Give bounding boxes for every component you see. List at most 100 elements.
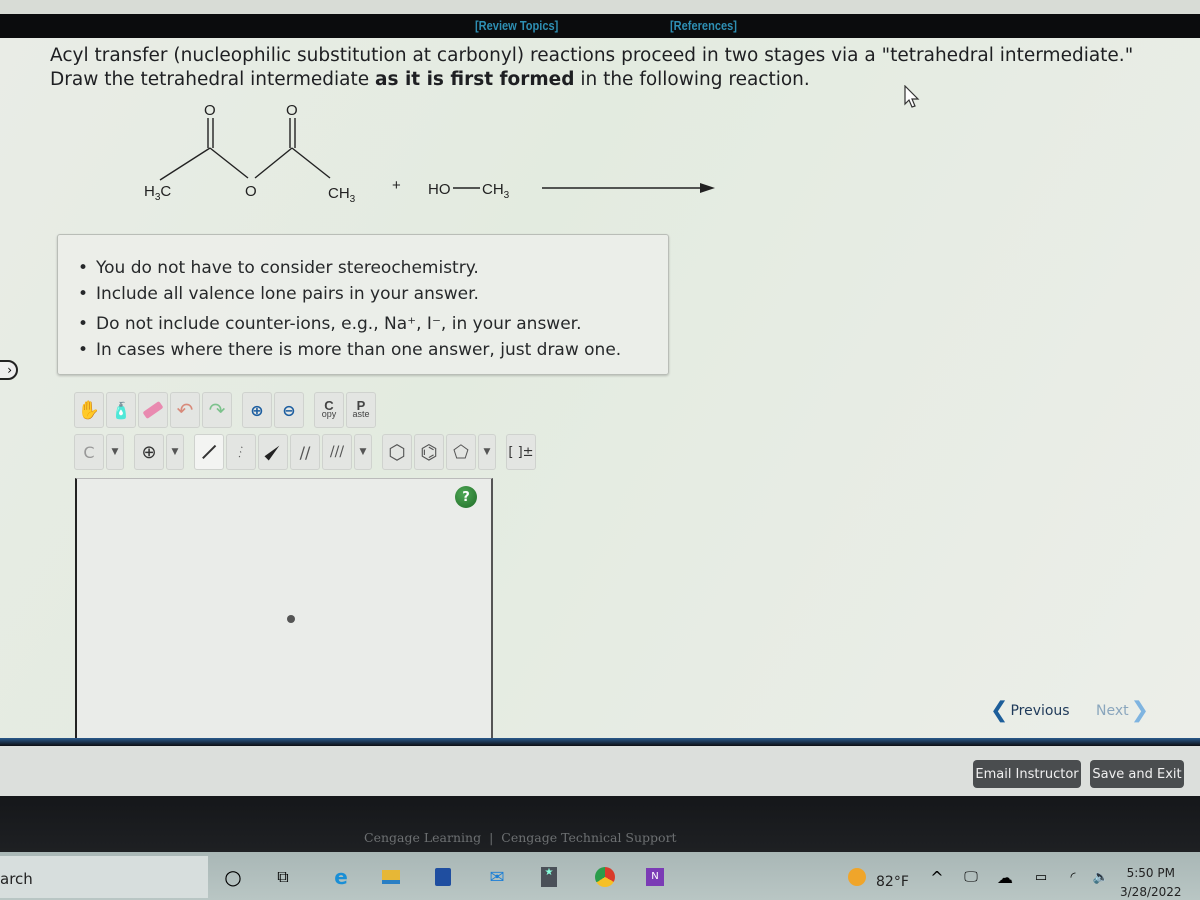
edge-button[interactable]: e xyxy=(330,865,352,889)
app-button[interactable]: ★ xyxy=(538,866,560,888)
chevron-right-icon: ❯ xyxy=(1130,698,1150,723)
help-button[interactable]: ? xyxy=(455,486,477,508)
copy-label-bottom: opy xyxy=(321,409,337,419)
pentagon-icon: ⬠ xyxy=(453,441,469,463)
mouse-cursor-icon xyxy=(904,85,920,108)
acetic-anhydride-structure: O O H3C O CH3 xyxy=(144,102,356,205)
double-bond-button[interactable]: // xyxy=(290,434,320,470)
save-and-exit-button[interactable]: Save and Exit xyxy=(1090,760,1184,788)
wifi-button[interactable]: ◜ xyxy=(1062,866,1084,888)
cortana-button[interactable]: ○ xyxy=(222,865,244,889)
dropdown-arrow-icon: ▼ xyxy=(171,447,179,457)
dropdown-arrow-icon: ▼ xyxy=(111,447,119,457)
cengage-learning-link[interactable]: Cengage Learning xyxy=(364,830,481,845)
volume-button[interactable]: 🔈 xyxy=(1090,866,1112,888)
cloud-icon: ☁ xyxy=(997,867,1013,887)
taskbar-search[interactable]: arch xyxy=(0,856,208,898)
bridging-oxygen: O xyxy=(245,183,257,200)
question-text-bold: as it is first formed xyxy=(375,69,575,90)
chrome-button[interactable] xyxy=(594,866,616,888)
windows-taskbar: arch ○ ⧉ e ✉ ★ N 82°F ^ 🖵 ☁ ▭ ◜ 🔈 5:50 P… xyxy=(0,852,1200,900)
instruction-item: Do not include counter-ions, e.g., Na⁺, … xyxy=(78,311,621,337)
pan-tool-button[interactable]: ✋ xyxy=(74,392,104,428)
show-hidden-icons-button[interactable]: ^ xyxy=(926,866,948,888)
next-label: Next xyxy=(1096,702,1129,719)
cengage-support-link[interactable]: Cengage Technical Support xyxy=(501,830,676,845)
next-button[interactable]: Next ❯ xyxy=(1096,698,1156,723)
methanol-structure: HO CH3 xyxy=(428,181,510,201)
mail-icon: ✉ xyxy=(489,866,505,888)
file-explorer-button[interactable] xyxy=(380,866,402,888)
charge-dropdown[interactable]: ▼ xyxy=(166,434,184,470)
bond-dropdown[interactable]: ▼ xyxy=(354,434,372,470)
review-topics-link[interactable]: [Review Topics] xyxy=(475,18,558,33)
action-bar: Email Instructor Save and Exit xyxy=(0,746,1200,796)
system-clock[interactable]: 5:50 PM 3/28/2022 xyxy=(1120,864,1182,900)
drawing-canvas[interactable]: ? xyxy=(75,478,493,740)
instruction-item: You do not have to consider stereochemis… xyxy=(78,255,621,281)
mail-button[interactable]: ✉ xyxy=(486,866,508,888)
onenote-button[interactable]: N xyxy=(644,866,666,888)
triple-bond-icon: /// xyxy=(329,444,345,460)
spray-bottle-icon: 🧴 xyxy=(111,400,131,420)
ring-dropdown[interactable]: ▼ xyxy=(478,434,496,470)
store-button[interactable] xyxy=(432,866,454,888)
bracket-tool-button[interactable]: [ ]± xyxy=(506,434,536,470)
methyl-right: CH3 xyxy=(328,185,356,205)
plus-sign: + xyxy=(392,177,401,194)
monitor-icon: 🖵 xyxy=(964,869,978,885)
benzene-button[interactable]: ⌬ xyxy=(414,434,444,470)
bond xyxy=(209,147,249,179)
redo-button[interactable]: ↷ xyxy=(202,392,232,428)
editor-toolbar-row-2: C ▼ ⊕ ▼ ⋰ // /// ▼ ⬡ ⌬ ⬠ ▼ [ ]± xyxy=(74,434,536,470)
wedge-bond-button[interactable] xyxy=(258,434,288,470)
single-bond-button[interactable] xyxy=(194,434,224,470)
zoom-out-button[interactable]: ⊖ xyxy=(274,392,304,428)
redo-icon: ↷ xyxy=(208,398,226,422)
paste-button[interactable]: Paste xyxy=(346,392,376,428)
task-view-button[interactable]: ⧉ xyxy=(272,866,294,888)
zoom-in-button[interactable]: ⊕ xyxy=(242,392,272,428)
methyl-group: CH3 xyxy=(482,181,510,201)
copy-button[interactable]: Copy xyxy=(314,392,344,428)
paste-label-bottom: aste xyxy=(352,409,370,419)
clear-tool-button[interactable]: 🧴 xyxy=(106,392,136,428)
hexagon-icon: ⬡ xyxy=(388,440,406,464)
instruction-item: In cases where there is more than one an… xyxy=(78,337,621,363)
eraser-icon xyxy=(142,400,164,420)
hashed-bond-button[interactable]: ⋰ xyxy=(226,434,256,470)
charge-tool-button[interactable]: ⊕ xyxy=(134,434,164,470)
screen-bezel xyxy=(0,0,1200,14)
battery-button[interactable]: ▭ xyxy=(1030,866,1052,888)
triple-bond-button[interactable]: /// xyxy=(322,434,352,470)
references-link[interactable]: [References] xyxy=(670,18,737,33)
reaction-arrow xyxy=(542,183,715,193)
undo-button[interactable]: ↶ xyxy=(170,392,200,428)
editor-toolbar-row-1: ✋ 🧴 ↶ ↷ ⊕ ⊖ Copy Paste xyxy=(74,392,376,428)
edge-icon: e xyxy=(334,865,348,889)
methyl-left: H3C xyxy=(144,183,171,203)
previous-button[interactable]: ❮ Previous xyxy=(990,698,1080,723)
weather-widget[interactable] xyxy=(846,866,868,888)
undo-icon: ↶ xyxy=(176,398,194,422)
single-bond-icon xyxy=(202,445,216,459)
dropdown-arrow-icon: ▼ xyxy=(483,447,491,457)
element-dropdown[interactable]: ▼ xyxy=(106,434,124,470)
cyclopentane-button[interactable]: ⬠ xyxy=(446,434,476,470)
task-view-icon: ⧉ xyxy=(277,867,289,886)
reaction-diagram: O O H3C O CH3 + HO CH3 xyxy=(144,102,715,205)
question-content: Acyl transfer (nucleophilic substitution… xyxy=(0,38,1200,740)
meet-now-button[interactable]: 🖵 xyxy=(960,866,982,888)
cyclohexane-button[interactable]: ⬡ xyxy=(382,434,412,470)
clock-date: 3/28/2022 xyxy=(1120,885,1182,899)
onenote-icon: N xyxy=(646,868,664,886)
page-footer: Cengage Learning | Cengage Technical Suppo… xyxy=(0,796,1200,852)
element-carbon-button[interactable]: C xyxy=(74,434,104,470)
eraser-tool-button[interactable] xyxy=(138,392,168,428)
wedge-bond-icon xyxy=(264,443,282,461)
email-instructor-button[interactable]: Email Instructor xyxy=(973,760,1081,788)
bond xyxy=(254,147,293,179)
onedrive-button[interactable]: ☁ xyxy=(994,866,1016,888)
folder-icon xyxy=(382,870,400,884)
sun-icon xyxy=(848,868,866,886)
